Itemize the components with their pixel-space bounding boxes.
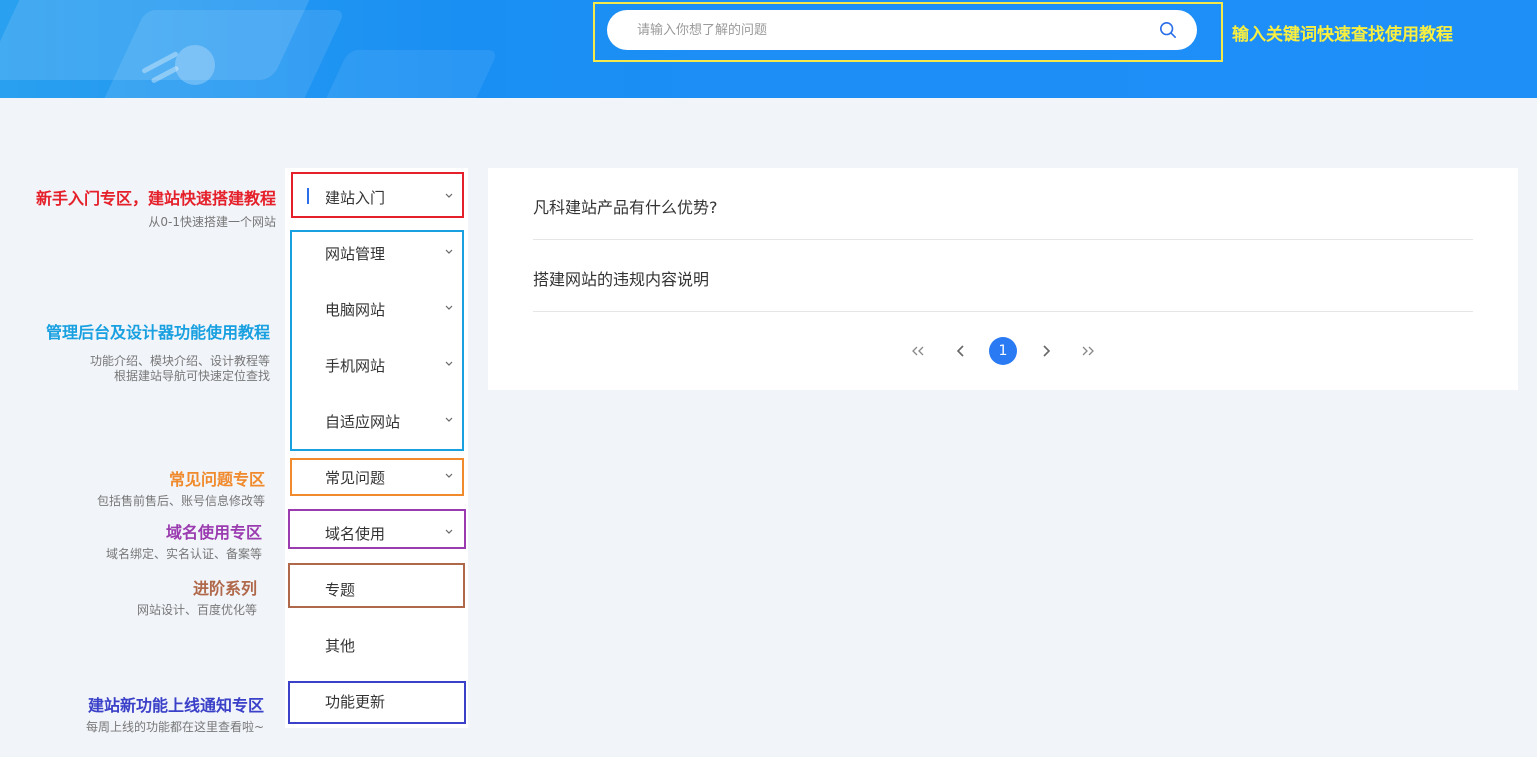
annotation-subtitle: 包括售前售后、账号信息修改等 [96,494,265,508]
annotation-subtitle-line: 根据建站导航可快速定位查找 [113,369,270,383]
sidebar-item-label: 功能更新 [325,693,386,711]
annotation-updates: 建站新功能上线通知专区 每周上线的功能都在这里查看啦~ [86,692,264,735]
sidebar-item-getting-started[interactable]: 建站入门 [325,185,455,209]
next-page-button[interactable] [1032,337,1060,365]
annotation-subtitle: 域名绑定、实名认证、备案等 [105,547,262,561]
sidebar-item-label: 专题 [325,581,356,599]
sidebar-item-label: 其他 [325,637,356,655]
sidebar-item-label: 自适应网站 [325,413,401,431]
annotation-title: 域名使用专区 [165,523,262,542]
chevron-right-icon [1043,345,1051,357]
chevron-down-icon [445,305,453,310]
annotation-title: 建站新功能上线通知专区 [87,696,264,715]
sidebar-item-other[interactable]: 其他 [325,633,455,657]
sidebar-item-label: 网站管理 [325,245,386,263]
annotation-subtitle: 每周上线的功能都在这里查看啦~ [85,720,264,734]
search-box [607,10,1197,50]
divider [533,239,1473,240]
chevron-down-icon [445,529,453,534]
annotation-subtitle: 网站设计、百度优化等 [136,603,257,617]
annotation-title: 新手入门专区，建站快速搭建教程 [35,189,276,208]
prev-page-button[interactable] [947,337,975,365]
sidebar-item-topics[interactable]: 专题 [325,577,455,601]
banner-decoration [175,45,215,85]
annotation-title: 常见问题专区 [168,470,265,489]
annotation-subtitle: 功能介绍、模块介绍、设计教程等 根据建站导航可快速定位查找 [46,354,270,384]
chevron-down-icon [445,361,453,366]
sidebar-item-faq[interactable]: 常见问题 [325,465,455,489]
double-chevron-left-icon [912,346,924,356]
sidebar-item-pc-site[interactable]: 电脑网站 [325,297,455,321]
first-page-button[interactable] [904,337,932,365]
sidebar-item-label: 手机网站 [325,357,386,375]
annotation-subtitle: 从0-1快速搭建一个网站 [148,215,276,229]
search-hint: 输入关键词快速查找使用教程 [1232,25,1453,45]
chevron-down-icon [445,249,453,254]
sidebar-item-label: 电脑网站 [325,301,386,319]
search-icon[interactable] [1159,21,1177,39]
active-indicator [307,188,309,204]
chevron-down-icon [445,193,453,198]
annotation-subtitle-line: 功能介绍、模块介绍、设计教程等 [89,354,270,368]
sidebar-item-responsive-site[interactable]: 自适应网站 [325,409,455,433]
annotation-faq: 常见问题专区 包括售前售后、账号信息修改等 [97,466,265,509]
banner-decoration [311,50,499,98]
sidebar-item-site-management[interactable]: 网站管理 [325,241,455,265]
sidebar-item-label: 域名使用 [325,525,386,543]
sidebar-item-mobile-site[interactable]: 手机网站 [325,353,455,377]
search-input[interactable] [637,10,1137,50]
annotation-beginner: 新手入门专区，建站快速搭建教程 从0-1快速搭建一个网站 [36,185,276,230]
article-link[interactable]: 搭建网站的违规内容说明 [533,266,1473,290]
chevron-down-icon [445,417,453,422]
last-page-button[interactable] [1074,337,1102,365]
annotation-title: 管理后台及设计器功能使用教程 [45,323,270,342]
annotation-backend: 管理后台及设计器功能使用教程 功能介绍、模块介绍、设计教程等 根据建站导航可快速… [46,319,270,384]
annotation-title: 进阶系列 [192,579,257,598]
annotation-advanced: 进阶系列 网站设计、百度优化等 [137,575,257,618]
chevron-down-icon [445,473,453,478]
article-link[interactable]: 凡科建站产品有什么优势? [533,194,1473,218]
sidebar-item-label: 建站入门 [325,189,386,207]
sidebar-item-label: 常见问题 [325,469,386,487]
annotation-domain: 域名使用专区 域名绑定、实名认证、备案等 [106,519,262,562]
sidebar-item-feature-updates[interactable]: 功能更新 [325,689,455,713]
sidebar-item-domain[interactable]: 域名使用 [325,521,455,545]
chevron-left-icon [956,345,964,357]
page-number-current[interactable]: 1 [989,337,1017,365]
double-chevron-right-icon [1082,346,1094,356]
divider [533,311,1473,312]
